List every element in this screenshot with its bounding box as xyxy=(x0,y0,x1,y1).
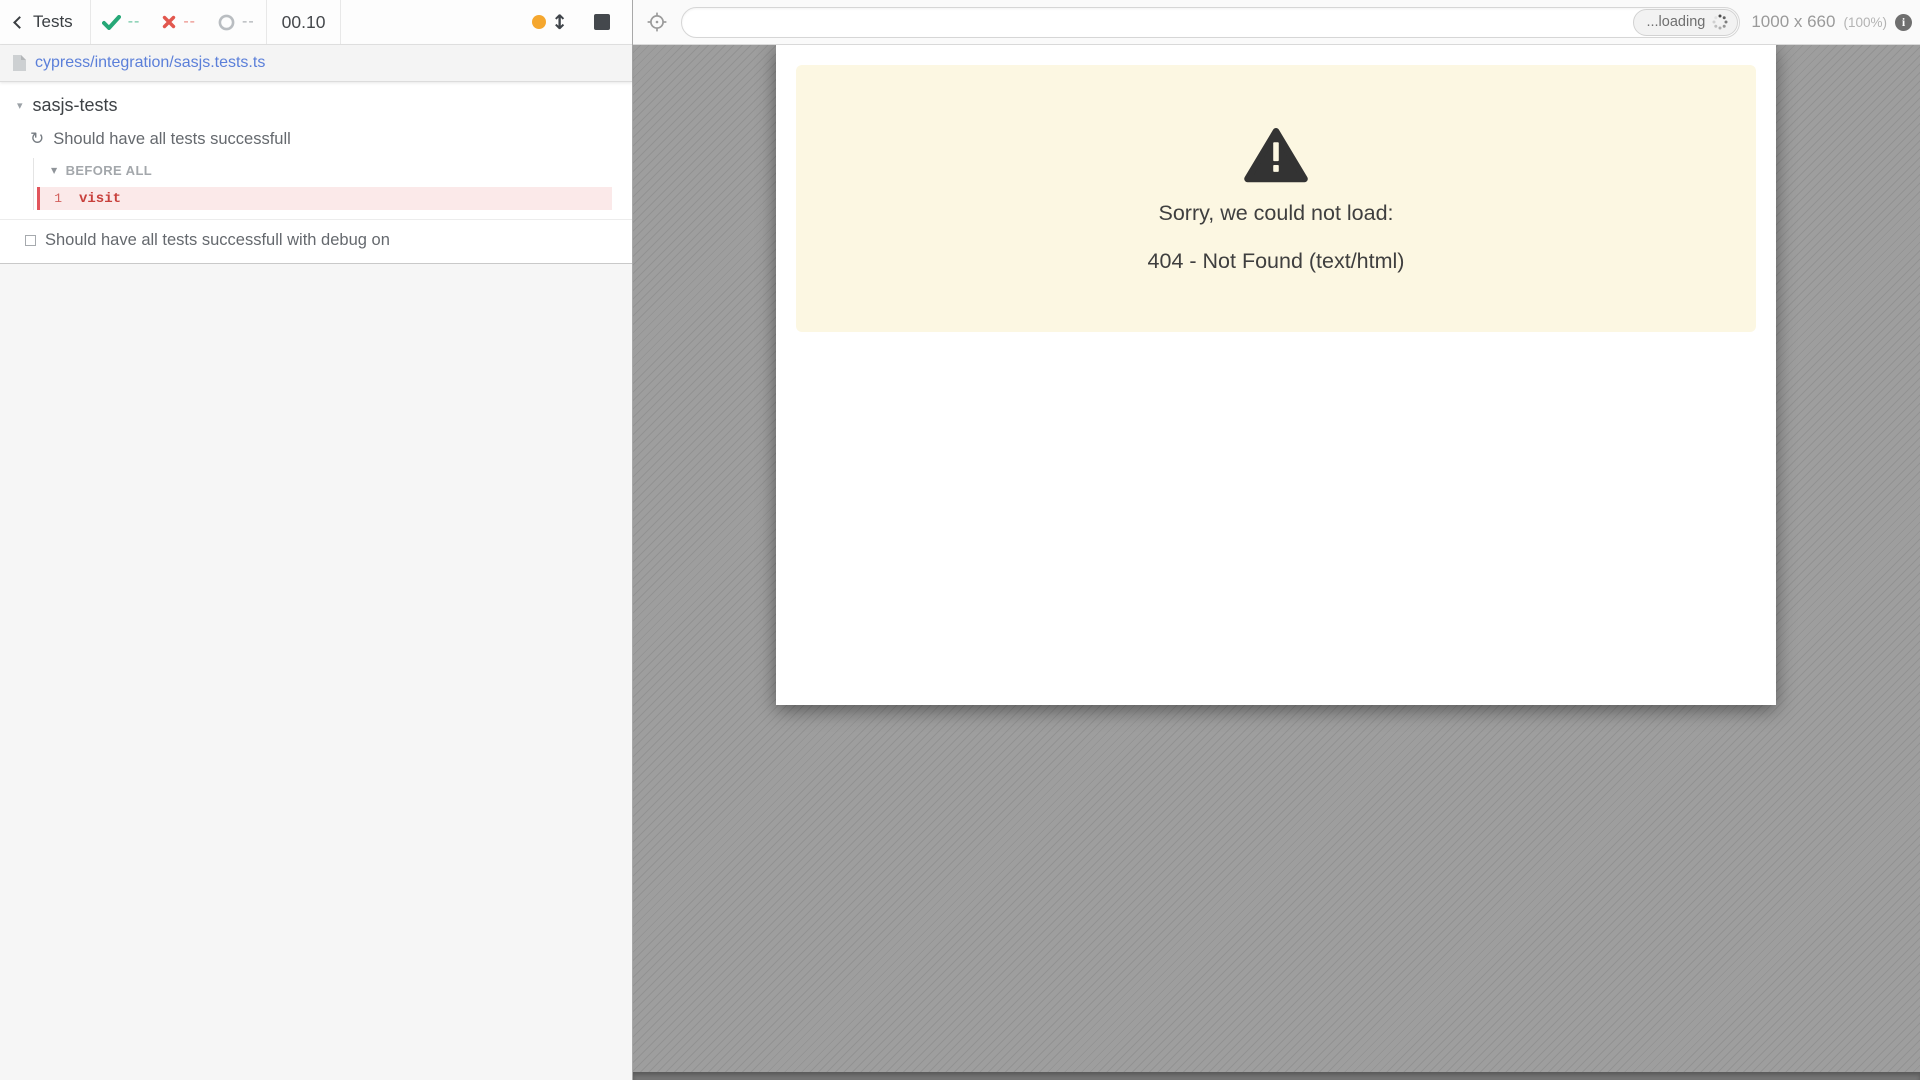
hook-block: ▼ BEFORE ALL 1 visit xyxy=(33,158,632,210)
caret-down-icon: ▼ xyxy=(51,166,58,175)
circle-icon xyxy=(218,14,235,31)
command-name: visit xyxy=(79,191,121,207)
back-label: Tests xyxy=(33,12,73,32)
stage-bottom-bar xyxy=(633,1072,1920,1080)
caret-down-icon: ▾ xyxy=(17,99,23,112)
spec-bar: cypress/integration/sasjs.tests.ts xyxy=(0,45,632,82)
passed-count: -- xyxy=(128,13,141,31)
warning-triangle-icon xyxy=(1244,125,1308,183)
test-title: Should have all tests successfull with d… xyxy=(45,231,390,250)
reporter-header: Tests -- -- -- 00.10 ↕ xyxy=(0,0,632,45)
suite-row[interactable]: ▾ sasjs-tests xyxy=(0,92,632,123)
reporter-panel: Tests -- -- -- 00.10 ↕ xyxy=(0,0,633,1080)
failed-stat: -- xyxy=(151,0,207,44)
hook-row[interactable]: ▼ BEFORE ALL xyxy=(34,158,632,187)
hook-label: BEFORE ALL xyxy=(66,163,153,178)
cypress-runner-window: Tests -- -- -- 00.10 ↕ xyxy=(0,0,1920,1080)
check-icon xyxy=(102,15,121,30)
test-title: Should have all tests successfull xyxy=(53,130,291,149)
back-to-tests-button[interactable]: Tests xyxy=(0,0,90,44)
failed-count: -- xyxy=(183,13,196,31)
test-timer: 00.10 xyxy=(267,0,341,44)
viewport-info: 1000 x 660 (100%) i xyxy=(1751,12,1912,32)
runner-stage: Sorry, we could not load: 404 - Not Foun… xyxy=(633,45,1920,1080)
command-number: 1 xyxy=(40,191,62,206)
loading-label: ...loading xyxy=(1646,14,1705,30)
auto-scroll-indicator-dot xyxy=(532,15,546,29)
file-icon xyxy=(13,55,26,71)
viewport-scale: (100%) xyxy=(1843,15,1887,30)
test-row-queued[interactable]: Should have all tests successfull with d… xyxy=(0,219,632,263)
test-row-running[interactable]: ↻ Should have all tests successfull xyxy=(0,123,632,158)
loading-chip: ...loading xyxy=(1633,9,1738,36)
error-message: Sorry, we could not load: xyxy=(796,201,1756,226)
suite-title: sasjs-tests xyxy=(33,95,118,116)
chevron-left-icon xyxy=(13,16,26,29)
passed-stat: -- xyxy=(91,0,152,44)
runner-area: ...loading 1000 x 660 (100%) xyxy=(633,0,1920,1080)
header-divider xyxy=(340,0,341,44)
aut-frame: Sorry, we could not load: 404 - Not Foun… xyxy=(776,45,1776,705)
x-icon xyxy=(162,15,176,29)
load-error-box: Sorry, we could not load: 404 - Not Foun… xyxy=(796,65,1756,332)
command-row[interactable]: 1 visit xyxy=(37,187,612,210)
pending-stat: -- xyxy=(207,0,266,44)
spinner-icon xyxy=(1712,14,1728,30)
url-bar: ...loading xyxy=(681,7,1740,38)
crosshair-icon xyxy=(646,11,668,33)
scroll-updown-icon[interactable]: ↕ xyxy=(551,12,568,32)
tests-list: ▾ sasjs-tests ↻ Should have all tests su… xyxy=(0,82,632,264)
spec-link[interactable]: cypress/integration/sasjs.tests.ts xyxy=(35,54,265,72)
selector-playground-button[interactable] xyxy=(633,11,681,33)
refresh-icon: ↻ xyxy=(30,131,44,148)
stop-button[interactable] xyxy=(594,14,610,30)
runner-header: ...loading 1000 x 660 (100%) xyxy=(633,0,1920,45)
viewport-size: 1000 x 660 xyxy=(1751,12,1835,32)
url-input[interactable] xyxy=(681,7,1740,38)
pending-count: -- xyxy=(242,13,255,31)
error-detail: 404 - Not Found (text/html) xyxy=(796,249,1756,274)
queued-box-icon xyxy=(25,235,36,246)
info-icon[interactable]: i xyxy=(1895,14,1912,31)
reporter-empty-area xyxy=(0,264,632,1080)
